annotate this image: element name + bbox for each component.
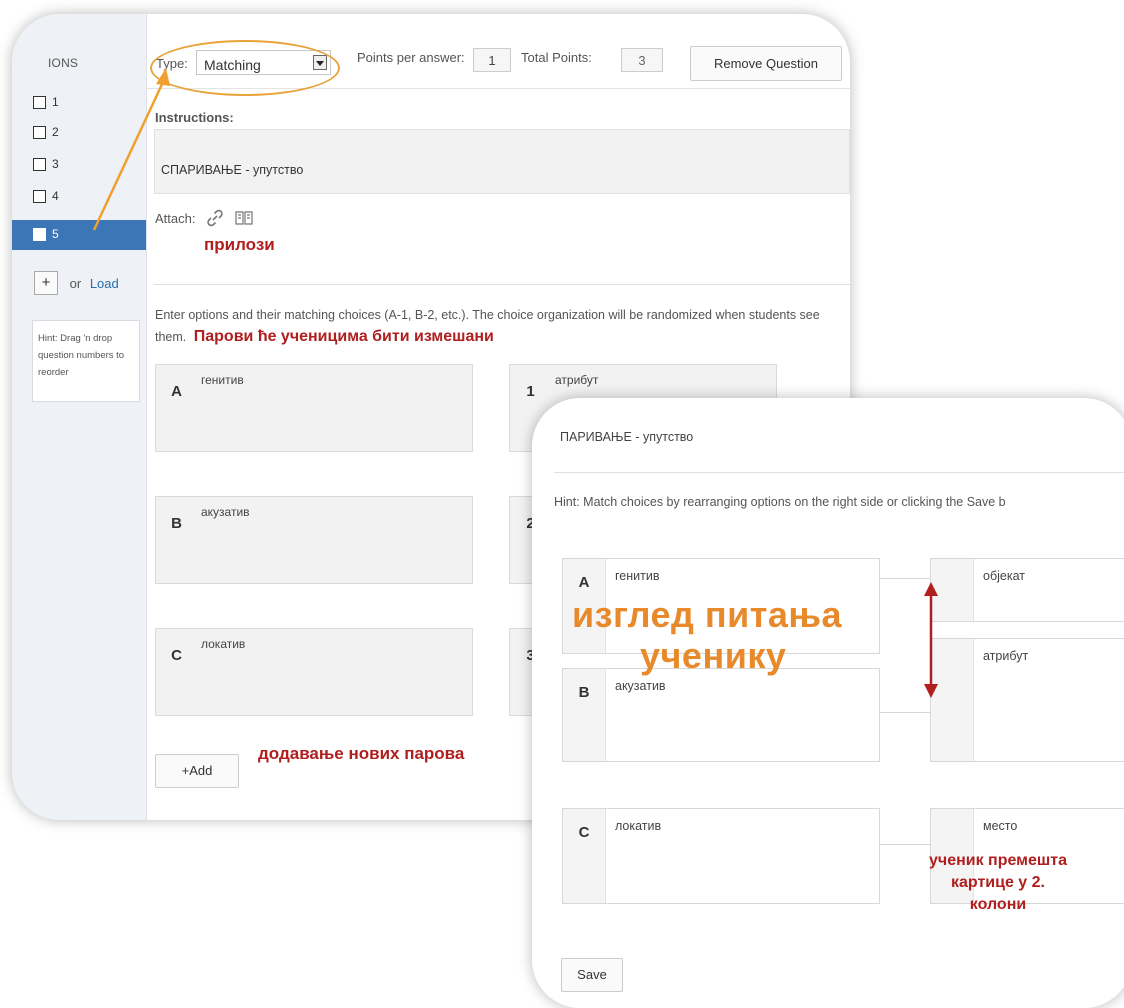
total-points-input: 3: [621, 48, 663, 72]
move-note-line-1: ученик премешта: [929, 852, 1067, 869]
randomized-annotation: Парови ће ученицима бити измешани: [193, 328, 494, 345]
double-arrow-icon: [924, 582, 938, 698]
move-note-line-3: колони: [969, 896, 1027, 913]
preview-option-card: C локатив: [562, 808, 880, 904]
student-preview-panel: ПАРИВАЊЕ - упутство Hint: Match choices …: [532, 398, 1124, 1008]
question-checkbox[interactable]: [33, 190, 46, 203]
or-label: or: [69, 275, 82, 291]
option-letter: B: [578, 684, 590, 701]
add-question-button[interactable]: +: [34, 271, 58, 295]
move-cards-annotation: ученик премешта картице у 2. колони: [898, 850, 1098, 916]
option-field[interactable]: генитив: [197, 364, 473, 452]
option-letter: A: [578, 574, 590, 591]
add-question-row: + or Load: [34, 271, 119, 295]
options-instructions: Enter options and their matching choices…: [155, 304, 835, 348]
preview-hint: Hint: Match choices by rearranging optio…: [554, 495, 1006, 509]
option-field[interactable]: акузатив: [197, 496, 473, 584]
option-text: локатив: [615, 819, 662, 833]
question-checkbox[interactable]: [33, 228, 46, 241]
move-note-line-2: картице у 2.: [950, 874, 1045, 891]
attachments-annotation: прилози: [204, 235, 275, 254]
choice-text: атрибут: [983, 649, 1029, 663]
question-checkbox[interactable]: [33, 126, 46, 139]
option-text: акузатив: [615, 679, 666, 693]
option-letter: C: [578, 824, 590, 841]
preview-title-line-2: ученику: [640, 635, 787, 676]
question-checkbox[interactable]: [33, 158, 46, 171]
choice-text: објекат: [983, 569, 1025, 583]
points-per-answer-input[interactable]: 1: [473, 48, 511, 72]
preview-option-card: B акузатив: [562, 668, 880, 762]
question-number-label: 5: [52, 227, 59, 241]
question-number-label: 2: [52, 125, 59, 139]
instructions-field[interactable]: СПАРИВАЊЕ - упутство: [154, 129, 850, 194]
option-text: генитив: [615, 569, 660, 583]
add-pairs-annotation: додавање нових парова: [258, 744, 465, 763]
reorder-hint: Hint: Drag 'n drop question numbers to r…: [32, 320, 140, 402]
link-icon[interactable]: [205, 209, 225, 230]
connector-line: [880, 712, 932, 713]
question-checkbox[interactable]: [33, 96, 46, 109]
save-button[interactable]: Save: [561, 958, 623, 992]
instructions-text: СПАРИВАЊЕ - упутство: [161, 163, 304, 177]
sidebar-title: IONS: [48, 56, 79, 70]
question-number-label: 4: [52, 189, 59, 203]
option-field[interactable]: локатив: [197, 628, 473, 716]
preview-title-line-1: изглед питања: [572, 594, 843, 635]
load-link[interactable]: Load: [90, 276, 119, 291]
remove-question-button[interactable]: Remove Question: [690, 46, 842, 81]
book-icon[interactable]: [235, 210, 253, 229]
preview-divider: [554, 472, 1124, 473]
question-number-label: 1: [52, 95, 59, 109]
option-letter: C: [155, 628, 197, 716]
option-letter: A: [155, 364, 197, 452]
annotation-arrow: [92, 68, 170, 231]
connector-line: [880, 578, 932, 579]
points-per-answer-label: Points per answer:: [357, 50, 465, 65]
total-points-label: Total Points:: [521, 50, 592, 65]
draggable-choice-card[interactable]: објекат: [930, 558, 1124, 622]
choice-text: место: [983, 819, 1018, 833]
section-divider: [154, 284, 850, 285]
draggable-choice-card[interactable]: атрибут: [930, 638, 1124, 762]
connector-line: [880, 844, 932, 845]
preview-instructions: ПАРИВАЊЕ - упутство: [560, 430, 694, 444]
add-pair-button[interactable]: +Add: [155, 754, 239, 788]
question-number-label: 3: [52, 157, 59, 171]
option-letter: B: [155, 496, 197, 584]
